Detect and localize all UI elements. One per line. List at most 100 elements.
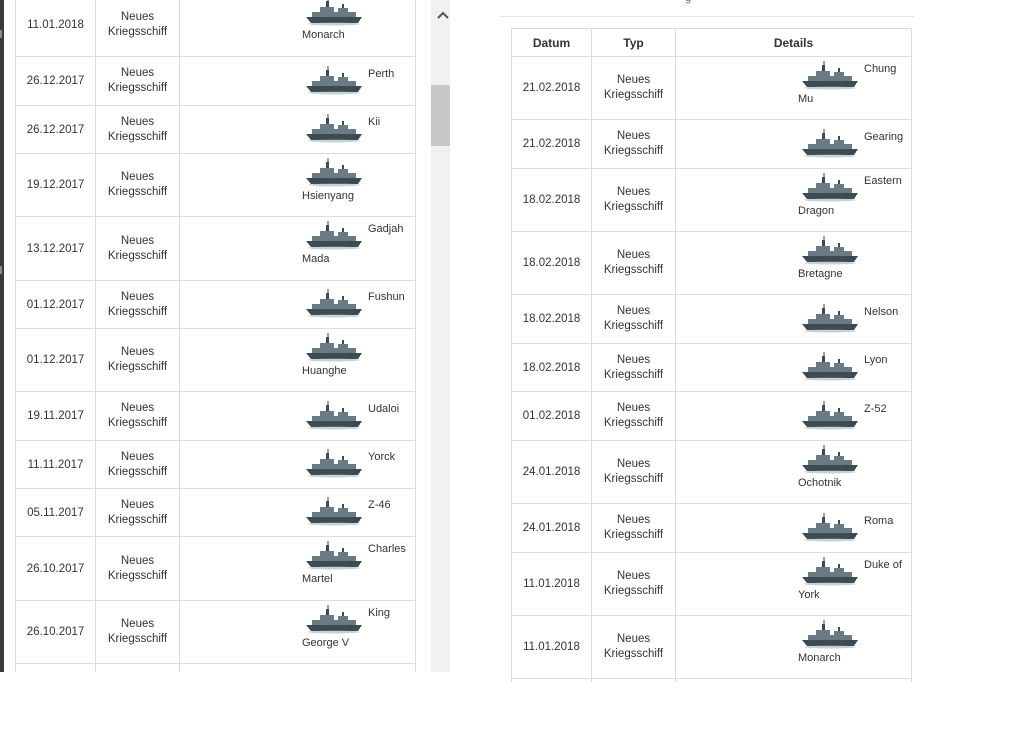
ship-thumbnail[interactable] <box>304 65 364 98</box>
ship-entry[interactable]: Bretagne <box>676 232 911 294</box>
ship-name[interactable]: Z-52 <box>864 402 887 417</box>
ship-name[interactable]: Gadjah <box>368 222 403 237</box>
ship-entry[interactable]: Gadjah Mada <box>180 217 415 280</box>
ship-name[interactable]: Gearing <box>864 130 903 145</box>
ship-thumbnail[interactable] <box>800 235 860 268</box>
ship-name[interactable]: Udaloi <box>368 402 399 417</box>
ship-name-continued[interactable]: Ochotnik <box>798 476 841 491</box>
details-cell: Udaloi <box>179 391 416 441</box>
ship-entry[interactable]: Udaloi <box>180 392 415 440</box>
ship-name[interactable]: Nelson <box>864 305 898 320</box>
ship-thumbnail[interactable] <box>304 113 364 146</box>
ship-entry[interactable]: Z-46 <box>180 489 415 536</box>
ship-entry[interactable]: Eastern Dragon <box>676 169 911 231</box>
ship-name[interactable]: Charles <box>368 542 406 557</box>
ship-name[interactable]: Roma <box>864 514 893 529</box>
ship-name-continued[interactable]: Monarch <box>302 28 345 43</box>
ship-entry[interactable]: Ochotnik <box>676 441 911 503</box>
ship-thumbnail[interactable] <box>800 512 860 545</box>
date-cell: 01.12.2017 <box>15 280 96 329</box>
column-header-details[interactable]: Details <box>675 28 912 57</box>
ship-entry[interactable]: Monarch <box>180 0 415 56</box>
ship-entry[interactable]: Z-52 <box>676 392 911 440</box>
ship-name[interactable]: Chung <box>864 62 896 77</box>
ship-thumbnail[interactable] <box>800 619 860 652</box>
date-cell: 05.11.2017 <box>15 488 96 537</box>
ship-entry[interactable]: Roma <box>676 504 911 552</box>
ship-thumbnail[interactable] <box>304 496 364 529</box>
ship-thumbnail[interactable] <box>800 351 860 384</box>
ship-name[interactable]: Lyon <box>864 353 887 368</box>
ship-thumbnail[interactable] <box>800 303 860 336</box>
ship-name[interactable]: Kii <box>368 115 380 130</box>
ship-name[interactable]: Duke of <box>864 558 902 573</box>
type-label: Neues Kriegsschiff <box>107 554 168 582</box>
ship-name-continued[interactable]: Huanghe <box>302 364 347 379</box>
column-header-type[interactable]: Typ <box>591 28 676 57</box>
table-row: 18.02.2018 Neues Kriegsschiff Eastern Drago… <box>511 168 912 232</box>
ship-entry[interactable]: Hsienyang <box>180 154 415 216</box>
ship-entry[interactable]: Charles Martel <box>180 537 415 600</box>
ship-entry[interactable]: Perth <box>180 57 415 105</box>
ship-name-continued[interactable]: Mada <box>302 252 330 267</box>
ship-thumbnail[interactable] <box>800 60 860 93</box>
type-label: Neues Kriegsschiff <box>107 618 168 645</box>
ship-entry[interactable]: Fushun <box>180 281 415 328</box>
ship-name[interactable]: Z-46 <box>368 498 391 513</box>
ship-thumbnail[interactable] <box>800 128 860 161</box>
table-row <box>15 663 416 672</box>
ship-name[interactable]: Yorck <box>368 450 395 465</box>
ship-entry[interactable]: King George V <box>180 601 415 663</box>
ship-thumbnail[interactable] <box>304 400 364 433</box>
warship-icon <box>802 557 858 586</box>
table-row: 13.12.2017 Neues Kriegsschiff Gadjah Mada <box>15 216 416 281</box>
ship-thumbnail[interactable] <box>304 540 364 573</box>
ship-thumbnail[interactable] <box>304 288 364 321</box>
ship-name[interactable]: Perth <box>368 67 394 82</box>
ship-thumbnail[interactable] <box>800 400 860 433</box>
ship-name-continued[interactable]: Bretagne <box>798 267 843 282</box>
ship-entry[interactable]: Yorck <box>180 441 415 488</box>
ship-name[interactable]: King <box>368 606 390 621</box>
ship-name-continued[interactable]: Monarch <box>798 651 841 666</box>
details-cell: Duke of York <box>675 552 912 616</box>
ship-thumbnail[interactable] <box>304 220 364 253</box>
ship-entry[interactable]: Huanghe <box>180 329 415 391</box>
table-row: 01.12.2017 Neues Kriegsschiff Fushun <box>15 280 416 329</box>
scrollbar[interactable] <box>431 0 450 672</box>
column-header-date[interactable]: Datum <box>511 28 592 57</box>
ship-thumbnail[interactable] <box>800 556 860 589</box>
ship-name-continued[interactable]: Martel <box>302 572 333 587</box>
scroll-thumb[interactable] <box>431 85 450 146</box>
date-cell: 18.02.2018 <box>511 168 592 232</box>
details-cell: Perth <box>179 56 416 106</box>
ship-name-continued[interactable]: Dragon <box>798 204 834 219</box>
ship-thumbnail[interactable] <box>304 0 364 29</box>
table-row: 01.02.2018 Neues Kriegsschiff Z-52 <box>511 391 912 441</box>
ship-thumbnail[interactable] <box>304 332 364 365</box>
date-cell: 26.12.2017 <box>15 105 96 154</box>
ship-name[interactable]: Fushun <box>368 290 405 305</box>
ship-entry[interactable]: Duke of York <box>676 553 911 615</box>
ship-name-continued[interactable]: George V <box>302 636 349 651</box>
scroll-up-button[interactable] <box>431 0 450 30</box>
ship-entry[interactable]: Lyon <box>676 344 911 391</box>
ship-entry[interactable]: Nelson <box>676 295 911 343</box>
type-cell: Neues Kriegsschiff <box>95 280 180 329</box>
ship-thumbnail[interactable] <box>304 448 364 481</box>
ship-entry[interactable]: Monarch <box>676 616 911 678</box>
ship-name-continued[interactable]: Mu <box>798 92 813 107</box>
left-scroll-pane[interactable]: 11.01.2018 Neues Kriegsschiff Monarch 26.12… <box>4 0 450 672</box>
ship-entry[interactable]: Gearing <box>676 120 911 168</box>
ship-name-continued[interactable]: Hsienyang <box>302 189 354 204</box>
ship-thumbnail[interactable] <box>800 172 860 205</box>
ship-thumbnail[interactable] <box>304 604 364 637</box>
ship-entry[interactable]: Chung Mu <box>676 57 911 119</box>
empty-cell <box>15 663 96 672</box>
ship-name[interactable]: Eastern <box>864 174 902 189</box>
ship-thumbnail[interactable] <box>304 157 364 190</box>
ship-thumbnail[interactable] <box>800 444 860 477</box>
ship-name-continued[interactable]: York <box>798 588 820 603</box>
ship-entry[interactable]: Kii <box>180 106 415 153</box>
type-cell: Neues Kriegsschiff <box>95 488 180 537</box>
